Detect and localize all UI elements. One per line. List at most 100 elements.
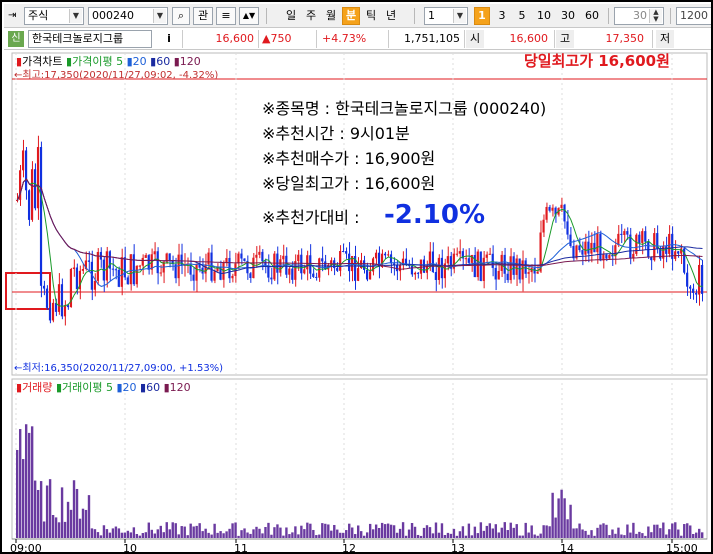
volume-bar	[72, 480, 76, 538]
menu-grip-icon[interactable]: ⇥	[8, 9, 18, 23]
period-month[interactable]: 월	[322, 7, 340, 25]
interval-select[interactable]: 1 ▼	[424, 7, 468, 25]
legend-vma20: 20	[122, 381, 137, 394]
new-badge: 신	[8, 31, 24, 47]
minute-1[interactable]: 1	[474, 7, 490, 25]
link-button[interactable]: ≡	[216, 7, 236, 25]
volume-bar	[473, 526, 477, 538]
volume-bar	[204, 528, 207, 538]
period-tick[interactable]: 틱	[362, 7, 380, 25]
candle-body	[497, 270, 500, 280]
volume-bar	[590, 530, 593, 538]
volume-bar	[440, 523, 444, 538]
volume-bar	[524, 522, 527, 538]
candle-body	[584, 241, 587, 255]
candle-body	[120, 257, 123, 287]
candle-body	[177, 254, 180, 279]
stock-code-input[interactable]: 000240 ▼	[88, 7, 168, 25]
volume-bar	[147, 522, 151, 538]
volume-bar	[605, 524, 608, 538]
count-input[interactable]: 30 ▲ ▼	[614, 7, 664, 25]
spin-button[interactable]: ▲▼	[239, 7, 259, 25]
volume-bar	[168, 529, 171, 538]
quote-bar: 신 한국테크놀로지그룹 i 16,600 ▲750 +4.73% 1,751,1…	[4, 28, 711, 50]
candle-body	[129, 254, 132, 285]
candle-body	[416, 272, 420, 274]
volume-bar	[126, 530, 130, 538]
volume-bar	[467, 523, 471, 538]
volume-bar	[30, 426, 34, 538]
candle-body	[566, 221, 569, 235]
x-tick-0: 09:00	[10, 542, 42, 554]
watch-button[interactable]: 관	[193, 7, 213, 25]
divider	[464, 30, 465, 48]
candle-body	[357, 268, 360, 281]
volume-bar	[183, 526, 186, 538]
period-year[interactable]: 년	[382, 7, 400, 25]
minute-3[interactable]: 3	[494, 7, 510, 25]
volume-bar	[345, 530, 348, 538]
x-tick-4: 13	[451, 542, 465, 554]
volume-bar	[21, 459, 25, 538]
candle-body	[695, 292, 698, 295]
volume-bar	[584, 530, 587, 538]
volume-bar	[246, 532, 249, 538]
chart-area[interactable]: ▮가격차트 ▮가격이평 5 ▮20 ▮60 ▮120 ←최고:17,350(20…	[4, 51, 711, 554]
period-day[interactable]: 일	[282, 7, 300, 25]
volume-bar	[503, 522, 506, 538]
minute-60[interactable]: 60	[582, 7, 602, 25]
volume-bar	[282, 535, 285, 538]
minute-30[interactable]: 30	[558, 7, 578, 25]
info-button[interactable]: i	[160, 30, 178, 48]
candle-body	[536, 271, 539, 274]
candle-body	[569, 234, 572, 247]
volume-bar	[156, 529, 159, 538]
volume-bar	[623, 535, 626, 538]
volume-bar	[237, 535, 240, 538]
volume-bar	[261, 533, 264, 538]
candle-body	[213, 271, 216, 281]
volume-bar	[575, 528, 578, 538]
stack-icon: ≡	[221, 9, 231, 22]
change-percent: +4.73%	[322, 32, 367, 45]
candle-body	[261, 251, 264, 262]
candle-body	[698, 264, 701, 295]
search-button[interactable]: ⌕	[172, 7, 190, 25]
candle-body	[27, 190, 31, 220]
candle-body	[48, 307, 52, 321]
stepper-icon[interactable]: ▲ ▼	[649, 9, 662, 23]
candle-body	[623, 231, 626, 236]
volume-bar	[357, 525, 360, 538]
candle-body	[231, 275, 234, 279]
divider	[266, 8, 267, 24]
candle-body	[63, 305, 67, 317]
candle-body	[291, 268, 294, 280]
chevron-down-icon[interactable]: ▼	[153, 9, 166, 23]
candle-body	[156, 251, 159, 274]
candle-body	[506, 273, 509, 281]
volume-bar	[228, 528, 231, 538]
chevron-down-icon[interactable]: ▼	[69, 9, 82, 23]
volume-bar	[521, 535, 524, 538]
minute-5[interactable]: 5	[514, 7, 530, 25]
volume-bar	[42, 521, 46, 538]
candle-body	[581, 250, 584, 255]
annotation-day-high: ※당일최고가 : 16,600원	[262, 174, 436, 193]
chevron-down-icon[interactable]: ▼	[453, 9, 466, 23]
volume-bar	[449, 533, 453, 538]
candle-body	[701, 264, 704, 294]
candle-body	[255, 254, 258, 258]
volume-bar	[300, 525, 303, 538]
top-right-note: 당일최고가 16,600원	[524, 52, 670, 70]
volume-bar	[527, 532, 530, 538]
market-select[interactable]: 주식 ▼	[24, 7, 84, 25]
period-week[interactable]: 주	[302, 7, 320, 25]
candle-body	[45, 288, 49, 308]
candle-body	[132, 254, 135, 285]
range-input[interactable]: 1200	[676, 7, 711, 25]
period-minute[interactable]: 분	[342, 7, 360, 25]
volume-bar	[641, 533, 644, 538]
candle-body	[33, 169, 37, 209]
candle-body	[249, 273, 252, 279]
minute-10[interactable]: 10	[534, 7, 554, 25]
